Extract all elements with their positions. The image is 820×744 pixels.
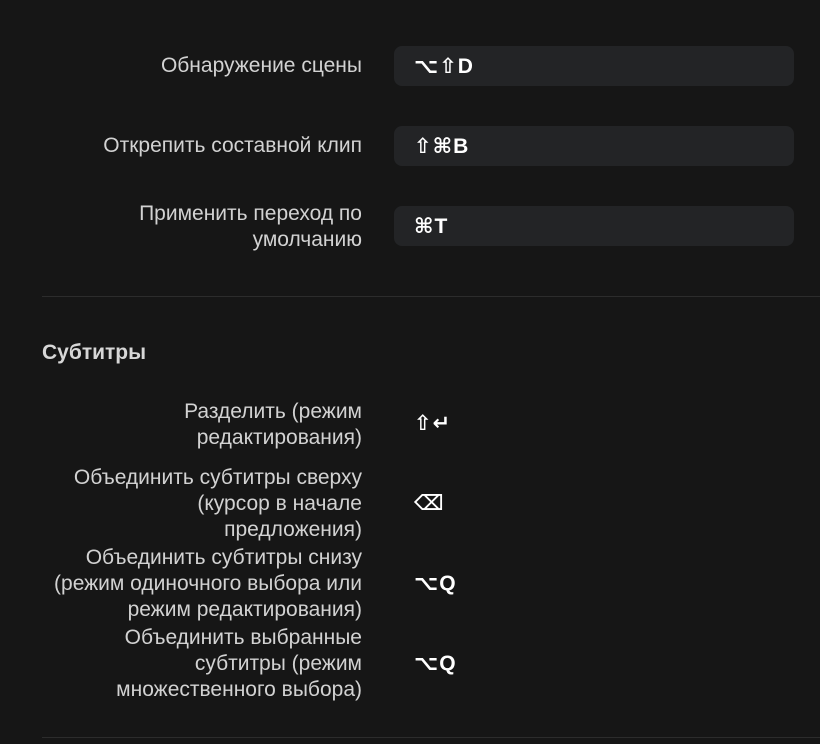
- shortcut-label-default-transition: Применить переход по умолчанию: [139, 202, 362, 251]
- shortcut-label-scene-detection: Обнаружение сцены: [160, 54, 362, 77]
- shortcut-field-default-transition[interactable]: ⌘T: [394, 206, 794, 246]
- section-divider: [42, 737, 820, 738]
- shortcut-keys-split-edit-mode[interactable]: ⇧↵: [414, 411, 451, 436]
- shortcut-field-scene-detection[interactable]: ⌥⇧D: [394, 46, 794, 86]
- shortcut-label-merge-above: Объединить субтитры сверху (курсор в нач…: [73, 466, 362, 541]
- shortcut-keys-merge-selected[interactable]: ⌥Q: [414, 651, 457, 676]
- section-title-subtitles: Субтитры: [42, 341, 147, 364]
- shortcut-settings-panel: Обнаружение сцены ⌥⇧D Открепить составно…: [0, 0, 820, 744]
- shortcut-keys: ⌥⇧D: [414, 54, 474, 78]
- shortcut-field-detach-compound-clip[interactable]: ⇧⌘B: [394, 126, 794, 166]
- section-divider: [42, 296, 820, 297]
- shortcut-label-detach-compound-clip: Открепить составной клип: [103, 134, 362, 157]
- shortcut-label-split-edit-mode: Разделить (режим редактирования): [184, 400, 362, 449]
- shortcut-keys-merge-below[interactable]: ⌥Q: [414, 571, 457, 596]
- shortcut-keys-merge-above[interactable]: ⌫: [414, 491, 445, 516]
- shortcut-keys: ⌘T: [414, 214, 449, 238]
- shortcut-label-merge-below: Объединить субтитры снизу (режим одиночн…: [54, 546, 362, 621]
- shortcut-label-merge-selected: Объединить выбранные субтитры (режим мно…: [116, 626, 362, 701]
- shortcut-keys: ⇧⌘B: [414, 134, 470, 158]
